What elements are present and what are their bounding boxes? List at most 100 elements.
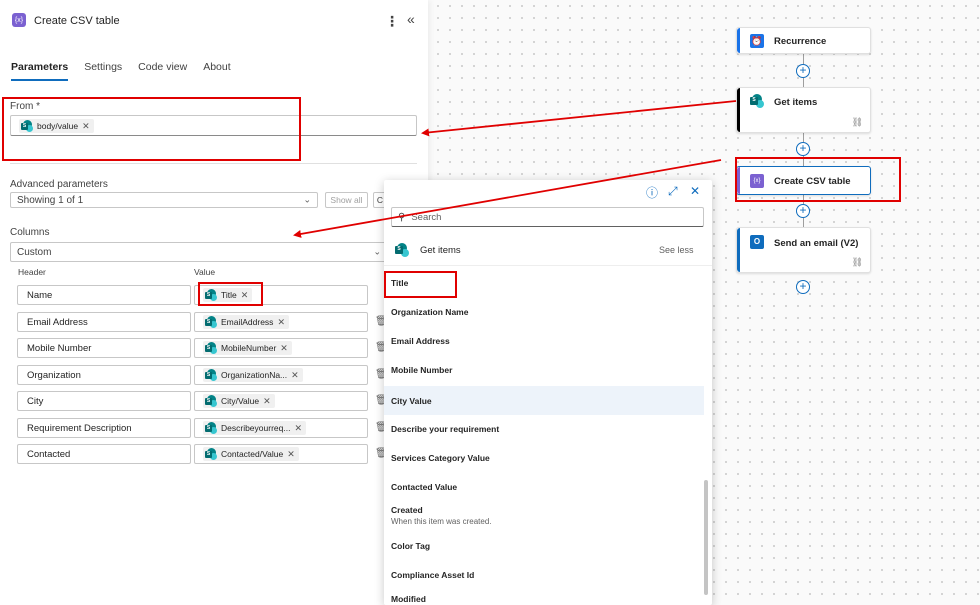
column-value-input[interactable]: S City/Value ✕	[194, 391, 368, 411]
dynamic-content-item[interactable]: Email Address	[384, 336, 704, 356]
column-header-input[interactable]: Email Address	[17, 312, 191, 332]
delete-row-icon[interactable]: 🗑	[375, 448, 388, 459]
link-icon: ⛓	[851, 117, 863, 127]
flow-node-create-csv-table[interactable]: {x} Create CSV table	[736, 166, 871, 195]
dynamic-content-item[interactable]: Compliance Asset Id	[384, 570, 704, 590]
value-token[interactable]: S Contacted/Value ✕	[203, 447, 299, 461]
dynamic-content-item[interactable]: Describe your requirement	[384, 424, 704, 444]
column-value-input[interactable]: S Describeyourreq... ✕	[194, 418, 368, 438]
tab-parameters[interactable]: Parameters	[11, 61, 69, 81]
value-token-label: Contacted/Value	[221, 449, 284, 459]
remove-token-icon[interactable]: ✕	[287, 449, 295, 460]
column-header-input[interactable]: Mobile Number	[17, 338, 191, 358]
advanced-parameters-dropdown[interactable]: Showing 1 of 1 ⌄	[10, 192, 318, 208]
dynamic-content-popup: ⓘ ⤢ ✕ ⚲ S Get items See less Title Organi…	[384, 180, 712, 605]
item-name: Describe your requirement	[391, 424, 500, 434]
columns-dropdown[interactable]: Custom ⌄	[10, 242, 388, 262]
remove-token-icon[interactable]: ✕	[82, 121, 90, 132]
remove-token-icon[interactable]: ✕	[280, 343, 288, 354]
column-value-input[interactable]: S Title ✕	[194, 285, 368, 305]
tab-about[interactable]: About	[203, 61, 230, 81]
tab-settings[interactable]: Settings	[84, 61, 122, 81]
remove-token-icon[interactable]: ✕	[294, 423, 302, 434]
info-icon[interactable]: ⓘ	[646, 184, 658, 201]
item-description: When this item was created.	[391, 517, 492, 526]
delete-row-icon[interactable]: 🗑	[375, 342, 388, 353]
column-value-input[interactable]: S EmailAddress ✕	[194, 312, 368, 332]
divider	[10, 163, 417, 164]
sharepoint-icon: S	[205, 395, 217, 407]
collapse-panel-icon[interactable]: «	[407, 11, 415, 27]
remove-token-icon[interactable]: ✕	[263, 396, 271, 407]
header-column-label: Header	[18, 267, 46, 277]
from-input[interactable]: S body/value ✕	[10, 115, 417, 136]
dynamic-content-item[interactable]: Title	[384, 278, 704, 298]
sharepoint-icon: S	[205, 342, 217, 354]
expand-icon[interactable]: ⤢	[668, 184, 678, 199]
item-name: Organization Name	[391, 307, 469, 317]
columns-label: Columns	[10, 227, 50, 238]
dynamic-content-item[interactable]: Services Category Value	[384, 453, 704, 473]
dynamic-content-item[interactable]: Modified	[384, 594, 704, 605]
show-all-button[interactable]: Show all	[325, 192, 368, 208]
column-value-input[interactable]: S Contacted/Value ✕	[194, 444, 368, 464]
column-value-input[interactable]: S MobileNumber ✕	[194, 338, 368, 358]
column-header-input[interactable]: Requirement Description	[17, 418, 191, 438]
delete-row-icon[interactable]: 🗑	[375, 316, 388, 327]
value-token[interactable]: S EmailAddress ✕	[203, 315, 289, 329]
from-token[interactable]: S body/value ✕	[19, 119, 94, 133]
delete-row-icon[interactable]: 🗑	[375, 422, 388, 433]
value-token[interactable]: S OrganizationNa... ✕	[203, 368, 303, 382]
column-value-input[interactable]: S OrganizationNa... ✕	[194, 365, 368, 385]
item-name: Created	[391, 505, 423, 515]
clock-icon: ⏰	[750, 34, 764, 48]
search-box[interactable]: ⚲	[391, 207, 704, 227]
value-token[interactable]: S Title ✕	[203, 288, 253, 302]
sharepoint-icon: S	[750, 94, 764, 108]
add-step-button[interactable]: +	[796, 142, 810, 156]
scrollbar[interactable]	[704, 480, 708, 595]
dynamic-content-item[interactable]: Mobile Number	[384, 365, 704, 385]
value-token[interactable]: S Describeyourreq... ✕	[203, 421, 306, 435]
more-options-icon[interactable]: ⋮	[385, 13, 399, 30]
sharepoint-icon: S	[205, 422, 217, 434]
value-token[interactable]: S City/Value ✕	[203, 394, 275, 408]
flow-node-recurrence[interactable]: ⏰ Recurrence	[736, 27, 871, 54]
tab-code-view[interactable]: Code view	[138, 61, 187, 81]
column-header-input[interactable]: Organization	[17, 365, 191, 385]
remove-token-icon[interactable]: ✕	[277, 317, 285, 328]
dynamic-content-item[interactable]: Contacted Value	[384, 482, 704, 502]
dynamic-content-item[interactable]: Organization Name	[384, 307, 704, 327]
remove-token-icon[interactable]: ✕	[241, 290, 249, 301]
delete-row-icon[interactable]: 🗑	[375, 369, 388, 380]
node-accent	[737, 228, 740, 272]
value-token[interactable]: S MobileNumber ✕	[203, 341, 292, 355]
see-less-link[interactable]: See less	[659, 245, 694, 255]
columns-value: Custom	[17, 246, 52, 258]
item-name: Color Tag	[391, 541, 431, 551]
add-step-button[interactable]: +	[796, 64, 810, 78]
search-icon: ⚲	[398, 211, 406, 223]
sharepoint-icon: S	[205, 369, 217, 381]
search-input[interactable]	[411, 211, 692, 223]
sharepoint-icon: S	[205, 448, 217, 460]
add-step-button[interactable]: +	[796, 204, 810, 218]
flow-node-get-items[interactable]: S Get items ⛓	[736, 87, 871, 133]
dynamic-content-item[interactable]: Created When this item was created.	[384, 505, 704, 533]
column-header-input[interactable]: Contacted	[17, 444, 191, 464]
node-accent	[737, 88, 740, 132]
item-name: Compliance Asset Id	[391, 570, 475, 580]
value-column-label: Value	[194, 267, 216, 277]
panel-tabs: Parameters Settings Code view About	[11, 61, 231, 81]
delete-row-icon[interactable]: 🗑	[375, 395, 388, 406]
remove-token-icon[interactable]: ✕	[291, 370, 299, 381]
add-step-button[interactable]: +	[796, 280, 810, 294]
close-icon[interactable]: ✕	[690, 184, 700, 198]
dynamic-content-item[interactable]: Color Tag	[384, 541, 704, 561]
dynamic-content-item[interactable]: City Value	[384, 386, 704, 415]
value-token-label: Describeyourreq...	[221, 423, 291, 433]
column-header-input[interactable]: Name	[17, 285, 191, 305]
chevron-down-icon: ⌄	[303, 194, 311, 205]
column-header-input[interactable]: City	[17, 391, 191, 411]
flow-node-send-email[interactable]: O Send an email (V2) ⛓	[736, 227, 871, 273]
